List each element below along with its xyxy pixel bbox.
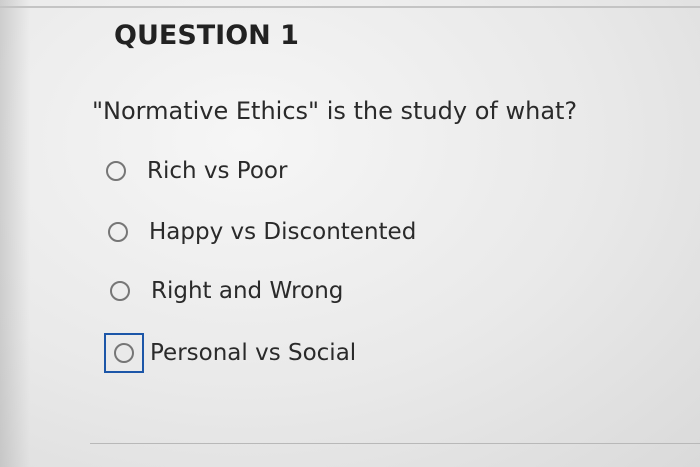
- question-text: "Normative Ethics" is the study of what?: [92, 97, 578, 125]
- option-label: Right and Wrong: [151, 278, 344, 304]
- bottom-divider: [90, 443, 700, 444]
- answer-option-happy-vs-discontented[interactable]: Happy vs Discontented: [108, 219, 416, 245]
- radio-button[interactable]: [106, 161, 126, 181]
- radio-button[interactable]: [114, 343, 134, 363]
- option-label: Rich vs Poor: [147, 158, 288, 184]
- radio-button[interactable]: [108, 222, 128, 242]
- answer-option-rich-vs-poor[interactable]: Rich vs Poor: [106, 158, 287, 184]
- option-label: Personal vs Social: [150, 340, 357, 366]
- focus-ring: [104, 333, 144, 373]
- answer-option-right-and-wrong[interactable]: Right and Wrong: [110, 278, 343, 304]
- answer-option-personal-vs-social[interactable]: Personal vs Social: [104, 333, 356, 373]
- page-shadow: [0, 0, 30, 467]
- top-divider: [0, 6, 700, 8]
- option-label: Happy vs Discontented: [149, 219, 417, 245]
- radio-button[interactable]: [110, 281, 130, 301]
- question-heading: QUESTION 1: [114, 20, 299, 51]
